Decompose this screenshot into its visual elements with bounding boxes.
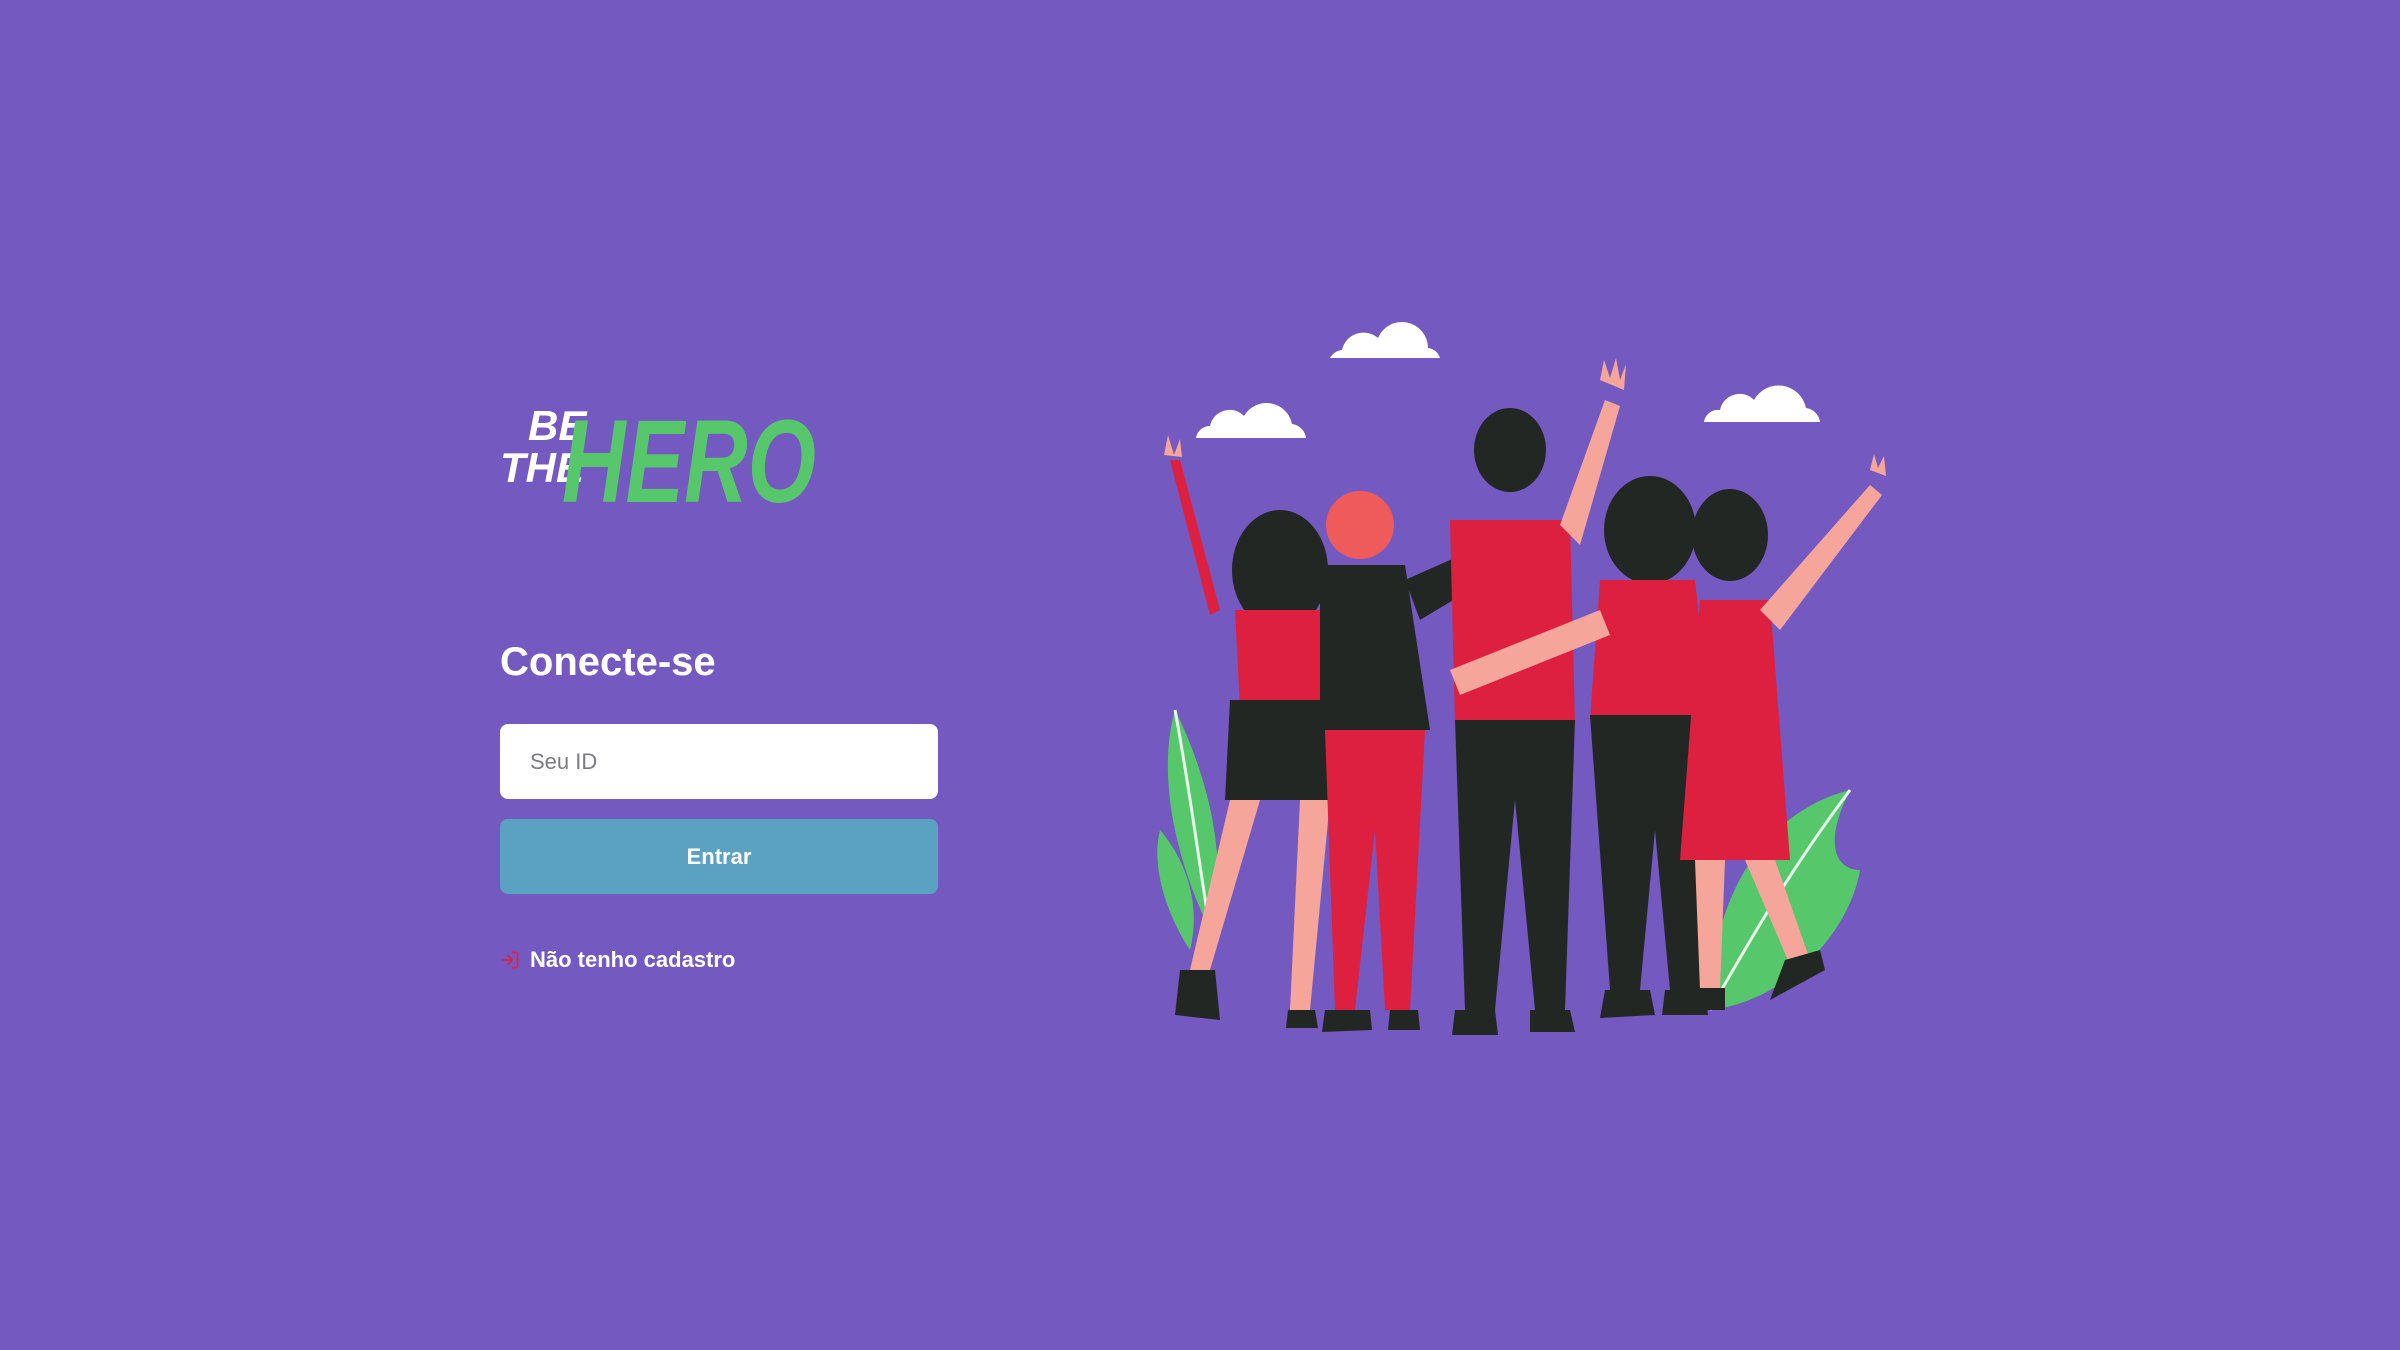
- cloud-icon: [1704, 385, 1820, 422]
- heroes-illustration: [1157, 321, 1886, 1035]
- submit-button[interactable]: Entrar: [500, 819, 938, 894]
- person-right: [1680, 454, 1886, 1010]
- cloud-icon: [1330, 321, 1440, 358]
- cloud-icon: [1196, 403, 1306, 438]
- login-title: Conecte-se: [500, 640, 716, 684]
- register-link[interactable]: Não tenho cadastro: [500, 944, 938, 976]
- register-link-label: Não tenho cadastro: [530, 947, 736, 972]
- log-in-icon: [501, 951, 519, 969]
- login-page: BE THE HERO Conecte-se Entrar Não tenho …: [0, 0, 2400, 1350]
- logo-hero-text: HERO: [562, 396, 816, 514]
- id-input[interactable]: [500, 724, 938, 799]
- login-section: Conecte-se Entrar Não tenho cadastro: [500, 630, 938, 976]
- be-the-hero-logo: BE THE HERO: [500, 396, 816, 514]
